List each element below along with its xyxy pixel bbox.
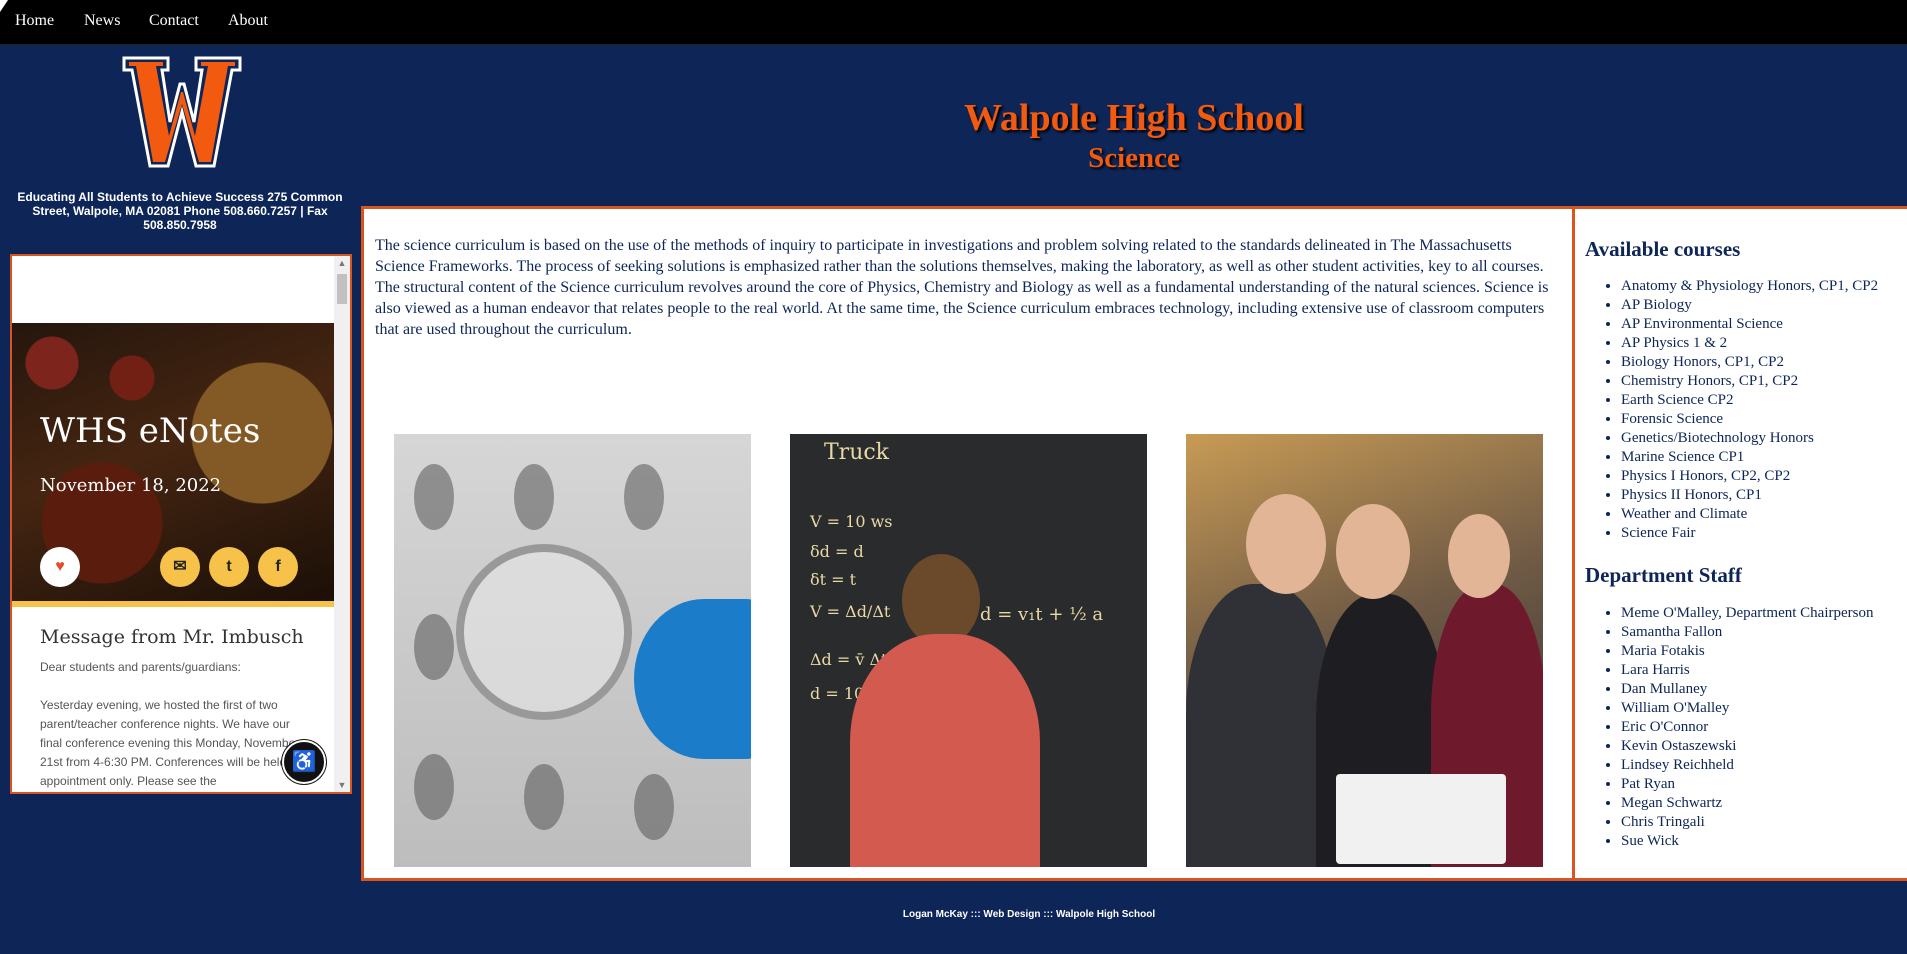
top-nav: Home News Contact About [0, 0, 1907, 45]
nav-home-link[interactable]: Home [15, 12, 54, 30]
nav-contact-link[interactable]: Contact [149, 12, 199, 30]
list-item: Dan Mullaney [1621, 680, 1874, 699]
list-item: Eric O'Connor [1621, 718, 1874, 737]
mouse-cursor-icon [0, 0, 8, 12]
message-title: Message from Mr. Imbusch [40, 626, 304, 648]
list-item: Maria Fotakis [1621, 642, 1874, 661]
list-item: Anatomy & Physiology Honors, CP1, CP2 [1621, 277, 1878, 296]
fingerprint-photo [394, 434, 751, 867]
glove-shape [634, 599, 751, 759]
page-title: Walpole High School [964, 97, 1304, 139]
widget-scrollbar[interactable]: ▲ ▼ [334, 256, 350, 792]
enotes-date: November 18, 2022 [40, 475, 222, 496]
list-item: Genetics/Biotechnology Honors [1621, 429, 1878, 448]
staff-heading: Department Staff [1585, 563, 1742, 587]
message-body: Yesterday evening, we hosted the first o… [40, 698, 303, 788]
board-text: V = 10 ws [810, 512, 893, 531]
department-subtitle: Science [1088, 142, 1180, 174]
list-item: Pat Ryan [1621, 775, 1874, 794]
teacher-head [902, 554, 980, 646]
school-tagline: Educating All Students to Achieve Succes… [17, 190, 343, 232]
list-item: William O'Malley [1621, 699, 1874, 718]
facebook-icon[interactable]: f [258, 547, 298, 587]
magnifying-glass-icon [456, 544, 632, 720]
board-text: V = Δd/Δt [810, 602, 891, 621]
list-item: Forensic Science [1621, 410, 1878, 429]
enotes-widget[interactable]: WHS eNotes November 18, 2022 ♥ ✉ t f Mes… [10, 254, 352, 794]
list-item: Marine Science CP1 [1621, 448, 1878, 467]
scroll-up-icon[interactable]: ▲ [334, 256, 350, 270]
list-item: Meme O'Malley, Department Chairperson [1621, 604, 1874, 623]
nav-news-link[interactable]: News [84, 12, 120, 30]
course-list: Anatomy & Physiology Honors, CP1, CP2 AP… [1585, 277, 1878, 543]
scroll-down-icon[interactable]: ▼ [334, 778, 350, 792]
list-item: Lara Harris [1621, 661, 1874, 680]
list-item: Lindsey Reichheld [1621, 756, 1874, 775]
board-text: Truck [824, 440, 890, 465]
main-content: The science curriculum is based on the u… [361, 206, 1578, 881]
list-item: AP Environmental Science [1621, 315, 1878, 334]
board-text: δt = t [810, 570, 857, 589]
courses-sidebar: Available courses Anatomy & Physiology H… [1572, 206, 1907, 881]
list-item: AP Physics 1 & 2 [1621, 334, 1878, 353]
enotes-title: WHS eNotes [40, 411, 261, 451]
school-logo [122, 56, 242, 168]
students-lab-photo [1186, 434, 1543, 867]
list-item: Chemistry Honors, CP1, CP2 [1621, 372, 1878, 391]
board-text: δd = d [810, 542, 864, 561]
list-item: Biology Honors, CP1, CP2 [1621, 353, 1878, 372]
chalkboard-photo: Truck V = 10 ws δd = d δt = t V = Δd/Δt … [790, 434, 1147, 867]
scroll-thumb[interactable] [337, 274, 347, 304]
staff-list: Meme O'Malley, Department Chairperson Sa… [1585, 604, 1874, 851]
list-item: Megan Schwartz [1621, 794, 1874, 813]
twitter-icon[interactable]: t [209, 547, 249, 587]
list-item: Chris Tringali [1621, 813, 1874, 832]
footer-credit: Logan McKay ::: Web Design ::: Walpole H… [902, 909, 1156, 920]
list-item: Physics I Honors, CP2, CP2 [1621, 467, 1878, 486]
list-item: Samantha Fallon [1621, 623, 1874, 642]
list-item: Kevin Ostaszewski [1621, 737, 1874, 756]
list-item: Weather and Climate [1621, 505, 1878, 524]
hero-divider [12, 601, 334, 607]
list-item: AP Biology [1621, 296, 1878, 315]
nav-about-link[interactable]: About [228, 12, 268, 30]
accessibility-icon[interactable]: ♿ [282, 740, 326, 784]
email-icon[interactable]: ✉ [160, 547, 200, 587]
list-item: Earth Science CP2 [1621, 391, 1878, 410]
list-item: Science Fair [1621, 524, 1878, 543]
teacher-figure [850, 634, 1040, 867]
message-greeting: Dear students and parents/guardians: [40, 660, 241, 674]
enotes-hero: WHS eNotes November 18, 2022 ♥ ✉ t f [12, 323, 334, 601]
board-text: d = v₁t + ½ a [980, 604, 1104, 625]
list-item: Physics II Honors, CP1 [1621, 486, 1878, 505]
list-item: Sue Wick [1621, 832, 1874, 851]
courses-heading: Available courses [1585, 237, 1741, 261]
heart-icon[interactable]: ♥ [40, 547, 80, 587]
curriculum-intro: The science curriculum is based on the u… [375, 237, 1549, 338]
